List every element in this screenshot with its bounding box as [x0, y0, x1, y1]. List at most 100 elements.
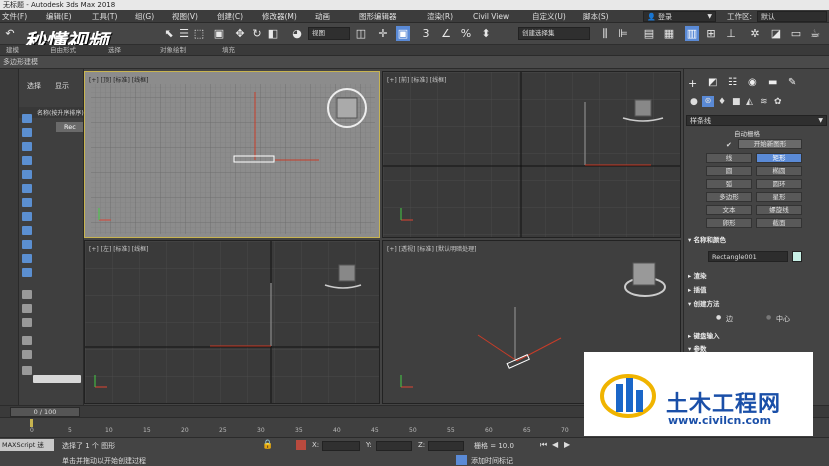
angle-snap-icon[interactable]: ∠ [439, 26, 453, 41]
ribbon-toggle-icon[interactable]: ▥ [685, 26, 699, 41]
move-icon[interactable]: ✥ [233, 26, 247, 41]
shape-donut-button[interactable]: 圆环 [756, 179, 802, 189]
window-crossing-icon[interactable]: ▣ [212, 26, 226, 41]
category-dropdown[interactable]: 样条线 ▼ [686, 115, 827, 126]
scene-tab-display[interactable]: 显示 [55, 81, 69, 91]
rect-region-icon[interactable]: ⬚ [192, 26, 206, 41]
time-slider[interactable]: 0 / 100 [10, 407, 80, 417]
viewport-perspective-label[interactable]: [+] [透视] [标准] [默认明暗处理] [387, 244, 476, 253]
modify-tab-icon[interactable]: ◩ [708, 77, 717, 88]
rollout-creation-method[interactable]: ▾ 创建方法 [688, 299, 826, 309]
rollout-interpolation[interactable]: ▸ 插值 [688, 285, 826, 295]
menu-file[interactable]: 文件(F) [2, 10, 27, 23]
add-time-tag[interactable]: 添加时间标记 [471, 456, 513, 466]
menu-group[interactable]: 组(G) [135, 10, 154, 23]
shape-ellipse-button[interactable]: 椭圆 [756, 166, 802, 176]
filter-xrefs-icon[interactable] [22, 212, 32, 221]
scene-tab-select[interactable]: 选择 [27, 81, 41, 91]
shape-text-button[interactable]: 文本 [706, 205, 752, 215]
menu-animation[interactable]: 动画 [315, 10, 330, 23]
rollout-keyboard-entry[interactable]: ▸ 键盘输入 [688, 331, 826, 341]
schematic-view-icon[interactable]: ⊥ [724, 26, 738, 41]
object-name-field[interactable]: Rectangle001 [708, 251, 788, 262]
viewport-front[interactable]: [+] [前] [标准] [线框] [382, 71, 681, 238]
select-manipulate-icon[interactable]: ✛ [376, 26, 390, 41]
radio-center-icon[interactable]: ● [766, 314, 771, 321]
funnel-alt-icon[interactable] [22, 350, 32, 359]
shape-circle-button[interactable]: 圆 [706, 166, 752, 176]
ribbon-tab-selection[interactable]: 选择 [108, 45, 121, 56]
viewport-top-label[interactable]: [+] [顶] [标准] [线框] [89, 75, 148, 84]
percent-snap-icon[interactable]: % [459, 26, 473, 41]
select-icon[interactable]: ⬉ [162, 26, 176, 41]
systems-icon[interactable]: ✿ [774, 97, 782, 107]
shape-ngon-button[interactable]: 多边形 [706, 192, 752, 202]
radio-edge-icon[interactable]: ● [716, 314, 721, 321]
shapes-icon[interactable]: ⊛ [702, 96, 714, 107]
display-tab-icon[interactable]: ▬ [768, 77, 777, 88]
z-coordinate-field[interactable] [428, 441, 464, 451]
filter-all-icon[interactable] [22, 290, 32, 299]
filter-invert-icon[interactable] [22, 318, 32, 327]
geometry-icon[interactable]: ● [690, 97, 698, 107]
scene-list-item[interactable]: Rec [56, 122, 83, 132]
menu-scripting[interactable]: 脚本(S) [583, 10, 609, 23]
pivot-icon[interactable]: ◫ [354, 26, 368, 41]
viewport-front-label[interactable]: [+] [前] [标准] [线框] [387, 75, 446, 84]
time-cursor[interactable] [30, 419, 33, 427]
spacewarps-icon[interactable]: ≋ [760, 97, 768, 107]
menu-views[interactable]: 视图(V) [172, 10, 198, 23]
curve-editor-icon[interactable]: ⊞ [704, 26, 718, 41]
ribbon-tab-object-paint[interactable]: 对象绘制 [160, 45, 186, 56]
material-editor-icon[interactable]: ✲ [748, 26, 762, 41]
ribbon-tab-modeling[interactable]: 建模 [6, 45, 19, 56]
layer-explorer-icon[interactable]: ▤ [642, 26, 656, 41]
menu-tools[interactable]: 工具(T) [92, 10, 117, 23]
menu-create[interactable]: 创建(C) [217, 10, 243, 23]
mirror-icon[interactable]: ⫼ [598, 26, 612, 41]
filter-shapes-icon[interactable] [22, 128, 32, 137]
scene-scrollbar[interactable] [33, 375, 81, 383]
render-setup-icon[interactable]: ◪ [769, 26, 783, 41]
go-to-start-icon[interactable]: ⏮ [540, 440, 547, 450]
keyboard-shortcut-icon[interactable]: ▣ [396, 26, 410, 41]
snaps-toggle-icon[interactable]: 3 [419, 26, 433, 41]
menu-edit[interactable]: 编辑(E) [46, 10, 72, 23]
create-tab-icon[interactable]: + [688, 77, 697, 90]
filter-helpers-icon[interactable] [22, 170, 32, 179]
menu-customize[interactable]: 自定义(U) [532, 10, 566, 23]
start-new-shape-button[interactable]: 开始新图形 [738, 139, 802, 149]
undo-icon[interactable]: ↶ [3, 26, 17, 41]
render-frame-icon[interactable]: ▭ [789, 26, 803, 41]
menu-rendering[interactable]: 渲染(R) [427, 10, 453, 23]
start-new-shape-checkbox[interactable]: ✔ [726, 141, 732, 149]
scale-icon[interactable]: ◧ [266, 26, 280, 41]
y-coordinate-field[interactable] [376, 441, 412, 451]
play-icon[interactable]: ▶ [564, 440, 570, 449]
filter-spacewarps-icon[interactable] [22, 184, 32, 193]
x-coordinate-field[interactable] [322, 441, 360, 451]
filter-geometry-icon[interactable] [22, 114, 32, 123]
align-icon[interactable]: ⊫ [616, 26, 630, 41]
utilities-tab-icon[interactable]: ✎ [788, 77, 796, 88]
isolate-selection-icon[interactable] [296, 440, 306, 450]
time-tag-icon[interactable] [456, 455, 467, 465]
viewport-left-label[interactable]: [+] [左] [标准] [线框] [89, 244, 148, 253]
previous-frame-icon[interactable]: ◀ [552, 440, 558, 449]
place-icon[interactable]: ◕ [290, 26, 304, 41]
filter-cameras-icon[interactable] [22, 156, 32, 165]
shape-egg-button[interactable]: 卵形 [706, 218, 752, 228]
workspace-dropdown[interactable]: 默认 [757, 11, 827, 22]
scene-explorer-icon[interactable]: ▦ [662, 26, 676, 41]
select-by-name-icon[interactable]: ☰ [177, 26, 191, 41]
shape-section-button[interactable]: 截面 [756, 218, 802, 228]
shape-helix-button[interactable]: 螺旋线 [756, 205, 802, 215]
filter-hidden-icon[interactable] [22, 268, 32, 277]
named-selection-dropdown[interactable]: 创建选择集 [518, 27, 590, 40]
spinner-snap-icon[interactable]: ⬍ [479, 26, 493, 41]
helpers-icon[interactable]: ◭ [746, 97, 753, 107]
shape-star-button[interactable]: 星形 [756, 192, 802, 202]
rollout-name-color[interactable]: ▾ 名称和颜色 [688, 235, 826, 245]
menu-graph-editors[interactable]: 图形编辑器 [359, 10, 397, 23]
lock-selection-icon[interactable]: 🔒 [262, 440, 273, 450]
